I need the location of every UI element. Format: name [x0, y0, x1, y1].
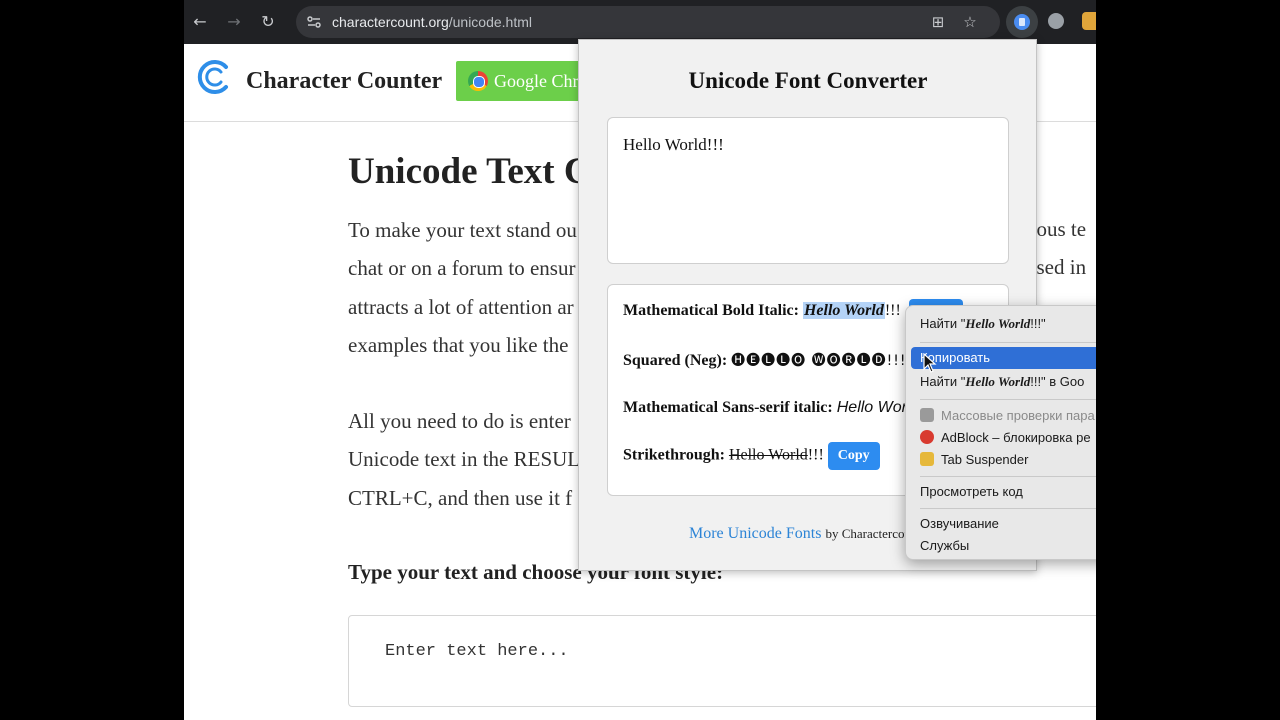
result-label: Squared (Neg): — [623, 352, 728, 369]
browser-toolbar: ← → ↻ charactercount.org/unicode.html ⊞ … — [184, 0, 1096, 44]
adblock-icon — [920, 430, 934, 444]
text-input-placeholder: Enter text here... — [385, 642, 569, 661]
result-row-squared: Squared (Neg): 🅗🅔🅛🅛🅞 🅦🅞🅡🅛🅓!!! — [623, 350, 906, 370]
menu-item-search-google[interactable]: Найти "Hello World!!!" в Goo — [920, 374, 1084, 390]
result-row-strikethrough: Strikethrough: Hello World!!! Copy — [623, 442, 880, 470]
back-icon[interactable]: ← — [188, 10, 212, 34]
result-label: Strikethrough: — [623, 446, 725, 464]
menu-item-tab-suspender[interactable]: Tab Suspender — [920, 452, 1028, 467]
menu-item-adblock[interactable]: AdBlock – блокировка ре — [920, 430, 1091, 445]
paragraph-line: attracts a lot of attention ar — [348, 294, 574, 319]
result-value[interactable]: Hello World — [729, 447, 808, 464]
page-title: Unicode Text C — [348, 151, 591, 192]
menu-item-copy[interactable]: Копировать — [911, 347, 1096, 369]
context-menu: Найти "Hello World!!!" Копировать Найти … — [905, 305, 1096, 560]
extension-icon — [1014, 14, 1030, 30]
paragraph-line: CTRL+C, and then use it f — [348, 485, 573, 510]
more-unicode-fonts-link[interactable]: More Unicode Fonts — [689, 525, 821, 542]
browser-window: ← → ↻ charactercount.org/unicode.html ⊞ … — [184, 0, 1096, 720]
forward-icon[interactable]: → — [222, 10, 246, 34]
paragraph-line: Unicode text in the RESUL — [348, 447, 581, 472]
translate-icon[interactable]: ⊞ — [928, 12, 948, 32]
result-value[interactable]: 🅗🅔🅛🅛🅞 🅦🅞🅡🅛🅓!!! — [731, 353, 906, 369]
unicode-extension-button[interactable] — [1006, 6, 1038, 38]
popup-footer: More Unicode Fonts by Charactercoun — [689, 525, 917, 543]
chrome-button-label: Google Chr — [494, 71, 579, 91]
bulk-check-extension-icon — [920, 408, 934, 422]
menu-item-speech[interactable]: Озвучивание — [920, 516, 999, 531]
mouse-cursor-icon — [923, 353, 937, 373]
paragraph-line: All you need to do is enter — [348, 409, 571, 433]
intro-paragraph: To make your text stand ou chat or on a … — [348, 211, 577, 364]
main-text-input[interactable]: Enter text here... — [348, 615, 1096, 707]
popup-text-input[interactable]: Hello World!!! — [607, 117, 1009, 264]
address-bar[interactable]: charactercount.org/unicode.html ⊞ ☆ — [296, 6, 1000, 38]
popup-input-value: Hello World!!! — [623, 135, 724, 154]
menu-item-find[interactable]: Найти "Hello World!!!" — [920, 316, 1046, 332]
result-label: Mathematical Bold Italic: — [623, 302, 799, 319]
site-info-icon[interactable] — [306, 14, 322, 30]
result-suffix[interactable]: !!! — [885, 302, 901, 319]
extension-icon[interactable] — [1048, 13, 1064, 29]
menu-item-services[interactable]: Службы — [920, 538, 969, 553]
result-row-sans-italic: Mathematical Sans-serif italic: Hello Wo… — [623, 399, 919, 417]
menu-item-extension[interactable]: Массовые проверки пара — [920, 408, 1095, 423]
footer-credit: by Charactercoun — [825, 526, 918, 541]
menu-item-inspect[interactable]: Просмотреть код — [920, 484, 1023, 499]
tab-suspender-icon — [920, 452, 934, 466]
url-text: charactercount.org/unicode.html — [332, 14, 533, 30]
character-counter-logo-icon[interactable] — [196, 59, 232, 95]
menu-divider — [920, 342, 1096, 343]
reload-icon[interactable]: ↻ — [256, 10, 280, 34]
extension-icon[interactable] — [1082, 12, 1096, 30]
menu-divider — [920, 476, 1096, 477]
popup-title: Unicode Font Converter — [688, 68, 928, 93]
paragraph-line: examples that you like the — [348, 332, 569, 357]
instructions-paragraph: All you need to do is enter Unicode text… — [348, 402, 580, 517]
bookmark-star-icon[interactable]: ☆ — [960, 12, 980, 32]
paragraph-line: To make your text stand ou — [348, 218, 577, 242]
result-label: Mathematical Sans-serif italic: — [623, 399, 833, 416]
chrome-logo-icon — [468, 71, 488, 91]
result-value[interactable]: Hello World — [802, 302, 885, 319]
paragraph-line: chat or on a forum to ensur — [348, 256, 576, 281]
copy-button[interactable]: Copy — [827, 442, 880, 470]
site-title[interactable]: Character Counter — [246, 68, 442, 95]
menu-divider — [920, 399, 1096, 400]
result-suffix[interactable]: !!! — [808, 447, 824, 464]
result-row-bold-italic: Mathematical Bold Italic: Hello World!!! — [623, 302, 901, 320]
menu-divider — [920, 508, 1096, 509]
